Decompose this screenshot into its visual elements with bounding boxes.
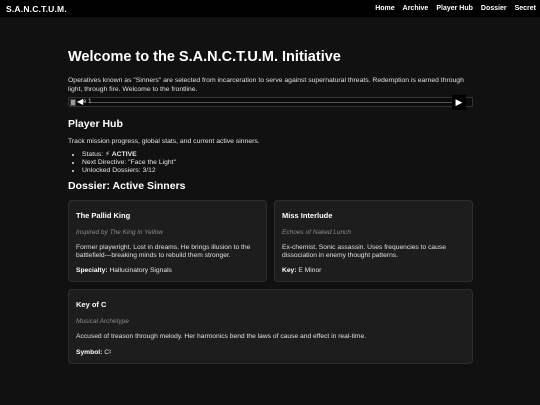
card-attr-value: E Minor	[298, 267, 322, 274]
intro-paragraph: Operatives known as "Sinners" are select…	[68, 77, 464, 93]
main-nav: Home Archive Player Hub Dossier Secret	[375, 5, 536, 12]
stats-list: Status: ⚡ ACTIVE Next Directive: "Face t…	[82, 151, 473, 175]
status-label: Status:	[82, 151, 104, 158]
page-title: Welcome to the S.A.N.C.T.U.M. Initiative	[68, 49, 341, 65]
dossiers-item: Unlocked Dossiers: 3/12	[82, 167, 473, 175]
main-content: Welcome to the S.A.N.C.T.U.M. Initiative…	[68, 48, 473, 364]
card-name: The Pallid King	[76, 211, 131, 220]
next-track-button[interactable]: ▶	[452, 95, 466, 110]
card-attr-value: C♮	[104, 349, 112, 356]
broken-image-icon	[70, 98, 76, 106]
status-value: ACTIVE	[111, 151, 137, 158]
player-hub-description: Track mission progress, global stats, an…	[68, 138, 260, 145]
card-attribute: Key: E Minor	[282, 267, 465, 274]
lightning-icon: ⚡	[105, 151, 110, 158]
nav-link-dossier[interactable]: Dossier	[481, 5, 507, 12]
dossier-heading: Dossier: Active Sinners	[68, 180, 186, 192]
status-item: Status: ⚡ ACTIVE	[82, 151, 473, 159]
card-name: Miss Interlude	[282, 211, 333, 220]
card-description: Ex-chemist. Sonic assassin. Uses frequen…	[282, 244, 446, 259]
card-inspiration: Echoes of Naked Lunch	[282, 229, 352, 236]
card-attribute: Symbol: C♮	[76, 348, 465, 356]
card-attr-label: Symbol:	[76, 349, 103, 356]
card-attribute: Specialty: Hallucinatory Signals	[76, 267, 259, 274]
dossier-card[interactable]: Miss Interlude Echoes of Naked Lunch Ex-…	[274, 200, 473, 282]
brand-logo-text[interactable]: S.A.N.C.T.U.M.	[6, 4, 67, 14]
player-hub-heading: Player Hub	[68, 118, 123, 130]
card-description: Accused of treason through melody. Her h…	[76, 333, 367, 340]
top-navigation-bar: S.A.N.C.T.U.M. Home Archive Player Hub D…	[0, 0, 540, 17]
card-attr-value: Hallucinatory Signals	[109, 267, 172, 274]
nav-link-secret[interactable]: Secret	[515, 5, 536, 12]
audio-player[interactable]: ◀ e 1 ▶	[68, 95, 473, 110]
nav-link-archive[interactable]: Archive	[403, 5, 429, 12]
card-description: Former playwright. Lost in dreams. He br…	[76, 244, 251, 259]
card-name: Key of C	[76, 300, 107, 309]
nav-link-home[interactable]: Home	[375, 5, 394, 12]
card-attr-label: Specialty:	[76, 267, 108, 274]
card-inspiration: Inspired by The King in Yellow	[76, 229, 163, 236]
card-attr-label: Key:	[282, 267, 297, 274]
dossier-card[interactable]: The Pallid King Inspired by The King in …	[68, 200, 267, 282]
dossier-card[interactable]: Key of C Musical Archetype Accused of tr…	[68, 289, 473, 364]
nav-link-player-hub[interactable]: Player Hub	[436, 5, 473, 12]
card-inspiration: Musical Archetype	[76, 318, 129, 325]
progress-track[interactable]	[91, 102, 452, 103]
dossier-card-grid: The Pallid King Inspired by The King in …	[68, 200, 473, 364]
directive-item: Next Directive: "Face the Light"	[82, 159, 473, 167]
